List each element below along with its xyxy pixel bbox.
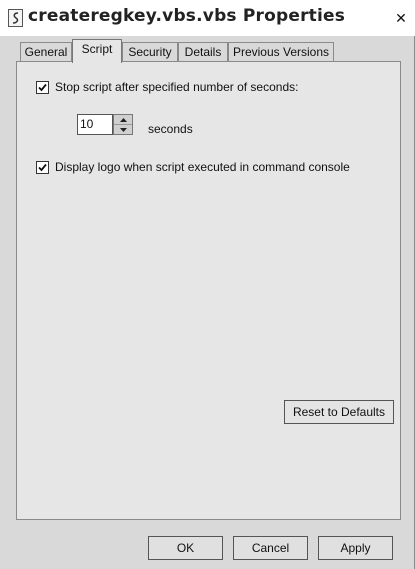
spin-down-button[interactable] [114, 125, 132, 135]
properties-window: createregkey.vbs.vbs Properties ✕ Genera… [0, 0, 415, 569]
stop-script-checkbox[interactable] [36, 81, 49, 94]
seconds-label: seconds [148, 122, 193, 136]
spin-up-button[interactable] [114, 115, 132, 125]
apply-button[interactable]: Apply [318, 536, 393, 560]
title-bar: createregkey.vbs.vbs Properties ✕ [0, 0, 415, 36]
check-icon [38, 163, 47, 172]
script-tab-panel: Stop script after specified number of se… [16, 61, 401, 520]
script-file-icon [8, 9, 23, 27]
window-title: createregkey.vbs.vbs Properties [28, 6, 346, 26]
tab-security[interactable]: Security [122, 42, 178, 62]
chevron-up-icon [119, 117, 127, 122]
tab-script[interactable]: Script [72, 39, 122, 63]
tab-strip: General Script Security Details Previous… [0, 36, 415, 63]
ok-button[interactable]: OK [148, 536, 223, 560]
tab-details[interactable]: Details [178, 42, 228, 62]
seconds-input[interactable]: 10 [77, 114, 113, 135]
cancel-button[interactable]: Cancel [233, 536, 308, 560]
seconds-spinner[interactable] [113, 114, 133, 135]
tab-general[interactable]: General [20, 42, 72, 62]
close-button[interactable]: ✕ [393, 11, 409, 27]
tab-previous-versions[interactable]: Previous Versions [228, 42, 334, 62]
display-logo-label: Display logo when script executed in com… [55, 160, 350, 174]
display-logo-checkbox[interactable] [36, 161, 49, 174]
check-icon [38, 83, 47, 92]
reset-to-defaults-button[interactable]: Reset to Defaults [284, 400, 394, 424]
chevron-down-icon [119, 128, 127, 132]
stop-script-label: Stop script after specified number of se… [55, 80, 299, 94]
